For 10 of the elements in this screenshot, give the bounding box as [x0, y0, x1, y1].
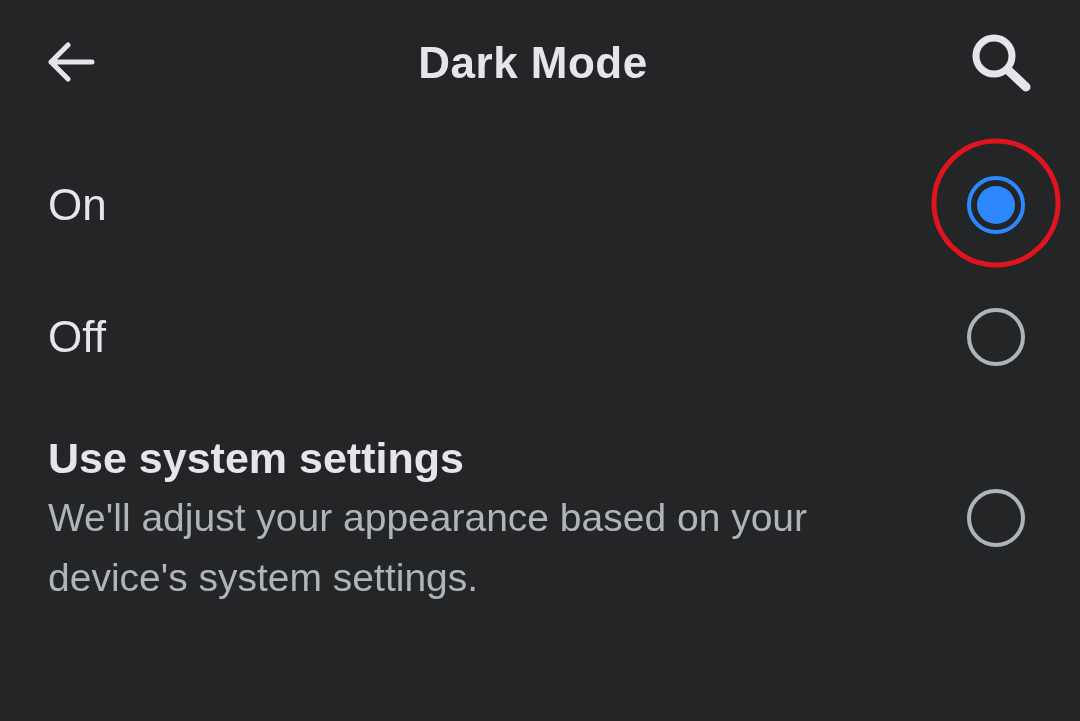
page-title: Dark Mode	[418, 37, 648, 88]
option-label: Use system settings	[48, 433, 465, 484]
search-icon[interactable]	[970, 32, 1032, 92]
radio-button[interactable]	[967, 489, 1025, 547]
option-description: We'll adjust your appearance based on your device's system settings.	[48, 495, 809, 601]
radio-button[interactable]	[967, 176, 1025, 234]
radio-button[interactable]	[967, 308, 1025, 366]
back-icon[interactable]	[46, 42, 96, 82]
option-label: On	[48, 179, 107, 231]
option-label: Off	[48, 311, 106, 363]
